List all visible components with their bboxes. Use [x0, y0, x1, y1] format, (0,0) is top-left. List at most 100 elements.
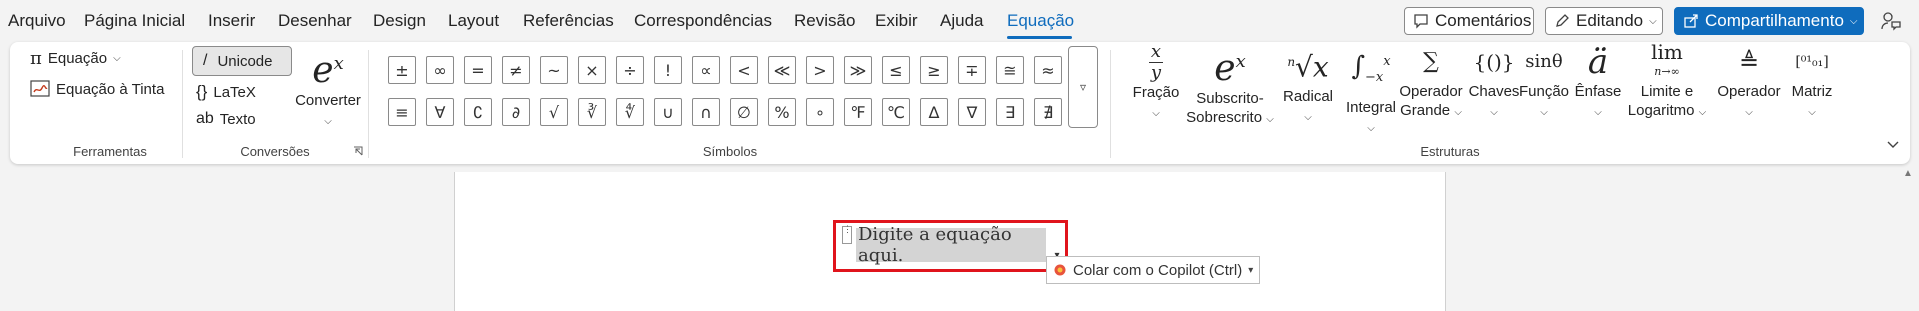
- large-operator-button[interactable]: ∑ Operador Grande ⌵: [1392, 42, 1470, 122]
- symbol-cell[interactable]: ∜: [616, 98, 644, 126]
- tab-correspondencias[interactable]: Correspondências: [634, 11, 772, 31]
- editing-label: Editando: [1576, 11, 1644, 30]
- symbol-cell[interactable]: ≤: [882, 56, 910, 84]
- slash-icon: /: [203, 52, 208, 69]
- symbol-cell[interactable]: ~: [540, 56, 568, 84]
- radical-button[interactable]: n√x Radical ⌵: [1278, 42, 1338, 127]
- symbol-cell[interactable]: ≪: [768, 56, 796, 84]
- paste-with-copilot-button[interactable]: Colar com o Copilot (Ctrl) ▾: [1046, 256, 1260, 284]
- large-operator-icon: ∑: [1423, 49, 1439, 74]
- symbol-cell[interactable]: ≫: [844, 56, 872, 84]
- equation-drag-handle[interactable]: ⋮: [842, 225, 852, 244]
- ink-equation-button[interactable]: Equação à Tinta: [30, 80, 164, 98]
- comments-button[interactable]: Comentários: [1404, 7, 1534, 35]
- operator-button[interactable]: ≜ Operador ⌵: [1712, 42, 1786, 122]
- pi-icon: π: [30, 48, 42, 69]
- tab-ajuda[interactable]: Ajuda: [940, 11, 983, 31]
- function-button[interactable]: sinθ Função ⌵: [1516, 42, 1572, 122]
- symbol-cell[interactable]: ∞: [426, 56, 454, 84]
- active-tab-indicator: [1007, 36, 1072, 39]
- brackets-icon: {()}: [1473, 50, 1515, 74]
- symbol-cell[interactable]: ≅: [996, 56, 1024, 84]
- tab-inserir[interactable]: Inserir: [208, 11, 255, 31]
- symbol-cell[interactable]: ±: [388, 56, 416, 84]
- script-icon: ex: [1214, 48, 1246, 89]
- matrix-button[interactable]: [⁰¹₀₁] Matriz ⌵: [1784, 42, 1840, 122]
- braces-icon: {}: [196, 82, 208, 101]
- equation-button[interactable]: π Equação ⌵: [30, 48, 121, 69]
- tab-layout[interactable]: Layout: [448, 11, 499, 31]
- person-feedback-icon[interactable]: [1880, 10, 1902, 32]
- tab-design[interactable]: Design: [373, 11, 426, 31]
- symbol-cell[interactable]: ∩: [692, 98, 720, 126]
- latex-button[interactable]: {} LaTeX: [196, 82, 256, 102]
- symbol-cell[interactable]: ∛: [578, 98, 606, 126]
- group-label-conversoes: Conversões: [240, 144, 310, 159]
- symbol-cell[interactable]: ∂: [502, 98, 530, 126]
- convert-label: Converter: [295, 92, 361, 109]
- chevron-down-icon: ⌵: [1594, 107, 1602, 118]
- chevron-down-icon: ⌵: [1304, 112, 1312, 124]
- operator-label: Operador: [1717, 83, 1781, 100]
- symbol-cell[interactable]: ∇: [958, 98, 986, 126]
- symbol-cell[interactable]: ÷: [616, 56, 644, 84]
- editing-mode-button[interactable]: Editando ⌵: [1545, 7, 1663, 35]
- symbol-cell[interactable]: √: [540, 98, 568, 126]
- symbol-cell[interactable]: ∝: [692, 56, 720, 84]
- symbol-cell[interactable]: %: [768, 98, 796, 126]
- fraction-button[interactable]: xy Fração ⌵: [1118, 42, 1194, 123]
- convert-button[interactable]: ex Converter ⌵: [293, 44, 363, 131]
- page-edge-left: [454, 172, 455, 311]
- group-divider: [1110, 50, 1111, 158]
- symbol-cell[interactable]: ℉: [844, 98, 872, 126]
- scroll-up-arrow-icon[interactable]: ▲: [1903, 168, 1913, 179]
- limit-log-button[interactable]: lim n→∞ Limite e Logaritmo ⌵: [1624, 42, 1710, 122]
- symbol-cell[interactable]: >: [806, 56, 834, 84]
- tab-arquivo[interactable]: Arquivo: [8, 11, 66, 31]
- ink-equation-label: Equação à Tinta: [56, 80, 165, 98]
- equation-input-placeholder[interactable]: Digite a equação aqui.: [856, 224, 1046, 266]
- symbol-cell[interactable]: ℃: [882, 98, 910, 126]
- tab-desenhar[interactable]: Desenhar: [278, 11, 352, 31]
- radical-label: Radical: [1282, 88, 1334, 106]
- tab-referencias[interactable]: Referências: [523, 11, 614, 31]
- tab-revisao[interactable]: Revisão: [794, 11, 855, 31]
- tab-exibir[interactable]: Exibir: [875, 11, 918, 31]
- symbol-cell[interactable]: ≠: [502, 56, 530, 84]
- gallery-expand-button[interactable]: ▿: [1068, 46, 1098, 128]
- ribbon-collapse-chevron-icon[interactable]: [1886, 140, 1900, 150]
- function-icon: sinθ: [1525, 51, 1563, 72]
- large-operator-label-line2: Grande: [1400, 102, 1451, 119]
- unicode-button[interactable]: / Unicode: [192, 46, 292, 76]
- symbol-cell[interactable]: ≡: [388, 98, 416, 126]
- chevron-down-icon: ⌵: [1745, 107, 1753, 118]
- tab-pagina-inicial[interactable]: Página Inicial: [84, 11, 185, 31]
- symbol-cell[interactable]: ∆: [920, 98, 948, 126]
- symbol-cell[interactable]: ≈: [1034, 56, 1062, 84]
- symbol-cell[interactable]: ∁: [464, 98, 492, 126]
- matrix-label: Matriz: [1791, 83, 1833, 100]
- group-divider: [182, 50, 183, 158]
- symbol-cell[interactable]: ∀: [426, 98, 454, 126]
- symbol-cell[interactable]: ∘: [806, 98, 834, 126]
- symbol-cell[interactable]: !: [654, 56, 682, 84]
- symbol-cell[interactable]: ∄: [1034, 98, 1062, 126]
- brackets-button[interactable]: {()} Chaves ⌵: [1466, 42, 1522, 122]
- symbol-cell[interactable]: =: [464, 56, 492, 84]
- radical-icon: n√x: [1287, 50, 1329, 84]
- symbol-cell[interactable]: ×: [578, 56, 606, 84]
- script-button[interactable]: ex Subscrito- Sobrescrito ⌵: [1186, 42, 1274, 129]
- share-button[interactable]: Compartilhamento ⌵: [1674, 7, 1864, 35]
- operator-icon: ≜: [1738, 48, 1760, 76]
- symbol-cell[interactable]: <: [730, 56, 758, 84]
- text-button[interactable]: ab Texto: [196, 110, 256, 128]
- accent-button[interactable]: ä Ênfase ⌵: [1570, 42, 1626, 122]
- symbol-cell[interactable]: ∅: [730, 98, 758, 126]
- symbol-cell[interactable]: ∃: [996, 98, 1024, 126]
- tab-equacao[interactable]: Equação: [1007, 11, 1074, 31]
- symbol-cell[interactable]: ∓: [958, 56, 986, 84]
- dialog-launcher-icon[interactable]: [353, 146, 363, 156]
- symbol-cell[interactable]: ∪: [654, 98, 682, 126]
- symbol-cell[interactable]: ≥: [920, 56, 948, 84]
- group-label-estruturas: Estruturas: [1420, 144, 1480, 159]
